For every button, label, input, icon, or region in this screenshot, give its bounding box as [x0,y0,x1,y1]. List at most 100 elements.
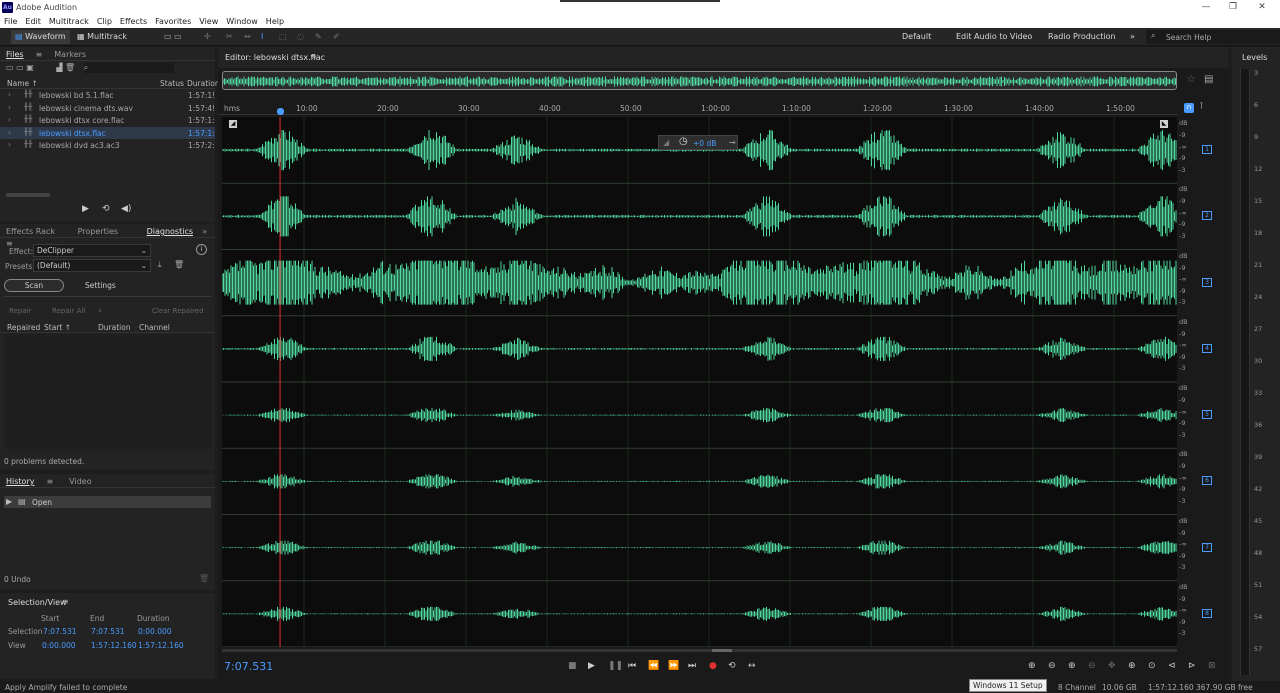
channel-number-4[interactable]: 4 [1202,343,1212,353]
channel-number-8[interactable]: 8 [1202,608,1212,618]
file-row[interactable]: › ╫╫ lebowski bd 5.1.flac 1:57:1! [0,89,215,102]
clear-repaired-button[interactable]: Clear Repaired [152,307,204,315]
presets-dropdown[interactable]: (Default) ⌄ [33,259,151,272]
column-duration[interactable]: Duration [187,79,220,88]
zoom-selection-right-icon[interactable]: ⊳ [1188,661,1196,671]
workspace-edit-audio-to-video[interactable]: Edit Audio to Video [952,30,1036,44]
search-box[interactable]: ⌕ Search Help [1146,30,1280,44]
column-start[interactable]: Start ↑ [44,323,71,332]
multitrack-button[interactable]: ▦ Multitrack [73,30,131,44]
view-duration-field[interactable]: 1:57:12.160 [138,641,184,650]
loop-playback-icon[interactable]: ⟲ [728,661,736,671]
razor-tool-icon[interactable]: ✂ [222,30,237,44]
tab-diagnostics[interactable]: Diagnostics [141,224,199,236]
channel-number-6[interactable]: 6 [1202,476,1212,486]
file-row[interactable]: › ╫╫ lebowski dvd ac3.ac3 1:57:2: [0,139,215,152]
open-folder-icon[interactable]: ▭ [6,63,16,72]
more-workspaces-icon[interactable]: » [1126,30,1139,44]
rewind-icon[interactable]: ⏪ [648,661,659,671]
move-to-next-icon[interactable]: ⏭ [688,661,696,671]
save-preset-icon[interactable]: ⤓ [158,260,162,270]
channel-number-1[interactable]: 1 [1202,145,1212,154]
column-channel[interactable]: Channel [139,323,170,332]
history-menu-icon[interactable]: ≡ [40,474,59,486]
delete-icon[interactable]: 🗑 [65,63,78,72]
channel-number-3[interactable]: 3 [1202,277,1212,287]
zoom-in-amplitude-icon[interactable]: ⊕ [1028,661,1036,671]
zoom-out-full-icon[interactable]: ✥ [1108,661,1116,671]
zoom-to-selection-icon[interactable]: ⊙ [1148,661,1156,671]
effect-dropdown[interactable]: DeClipper ⌄ [33,244,151,257]
zoom-out-time-icon[interactable]: ⊖ [1088,661,1096,671]
tab-effects-rack[interactable]: Effects Rack [0,224,61,236]
tab-video[interactable]: Video [63,474,97,486]
repair-button[interactable]: Repair [9,307,31,315]
selection-duration-field[interactable]: 0:00.000 [138,627,172,636]
zoom-to-problem-icon[interactable]: ⌕ [98,306,102,316]
slip-tool-icon[interactable]: ↔ [240,30,255,44]
channel-number-7[interactable]: 7 [1202,542,1212,552]
close-icon[interactable]: ✕ [1252,1,1272,14]
file-row[interactable]: › ╫╫ lebowski dtsx core.flac 1:57:1: [0,114,215,127]
file-row[interactable]: › ╫╫ lebowski dtsx.flac 1:57:1: [0,126,215,140]
files-search-field[interactable]: ⌕ [83,63,174,73]
spectral-display-icon[interactable]: ▭ ▭ [160,30,186,44]
menu-multitrack[interactable]: Multitrack [45,15,93,26]
brush-tool-icon[interactable]: ✎ [311,30,326,44]
expand-arrow-icon[interactable]: › [8,128,11,137]
horizontal-scrollbar[interactable] [222,649,1177,652]
marquee-tool-icon[interactable]: ⬚ [275,30,291,44]
selection-view-menu-icon[interactable]: ≡ [62,597,69,606]
play-preview-icon[interactable]: ▶ [82,204,89,214]
menu-effects[interactable]: Effects [116,15,151,26]
menu-clip[interactable]: Clip [93,15,116,26]
column-name[interactable]: Name ↑ [7,79,38,88]
file-row[interactable]: › ╫╫ lebowski cinema dts.wav 1:57:4! [0,102,215,115]
delete-preset-icon[interactable]: 🗑 [174,260,184,269]
pin-icon[interactable]: ⊺ [1199,102,1204,112]
zoom-extra-icon[interactable]: ⊠ [1208,661,1216,671]
expand-arrow-icon[interactable]: › [8,90,11,99]
selection-start-field[interactable]: 7:07.531 [43,627,77,636]
workspace-default[interactable]: Default [898,30,935,44]
column-duration[interactable]: Duration [98,323,131,332]
tab-files[interactable]: Files [0,47,30,59]
stop-icon[interactable]: ■ [568,661,577,671]
selection-end-field[interactable]: 7:07.531 [91,627,125,636]
menu-edit[interactable]: Edit [21,15,45,26]
tab-history[interactable]: History [0,474,40,486]
time-ruler[interactable]: hms 10:00 20:00 30:00 40:00 50:00 1:00:00 1:10… [218,102,1178,115]
autoplay-icon[interactable]: ◀) [121,204,131,214]
files-menu-icon[interactable]: ≡ [30,47,49,59]
editor-menu-icon[interactable]: ≡ [310,52,317,61]
tab-properties[interactable]: Properties [72,224,124,236]
expand-panels-icon[interactable]: » [196,224,213,236]
info-icon[interactable]: i [196,244,207,255]
minimize-icon[interactable]: — [1196,1,1216,14]
zoom-in-point-icon[interactable]: ⊕ [1128,661,1136,671]
search-input[interactable]: Search Help [1166,33,1211,42]
fast-forward-icon[interactable]: ⏩ [668,661,679,671]
expand-arrow-icon[interactable]: › [8,103,11,112]
scroll-thumb[interactable] [712,649,732,652]
settings-button[interactable]: Settings [85,281,116,290]
loop-preview-icon[interactable]: ⟲ [102,204,110,214]
insert-icon[interactable]: ▟ [56,63,65,72]
files-scrollbar[interactable] [6,193,50,197]
delete-history-icon[interactable]: 🗑 [199,574,209,583]
zoom-selection-left-icon[interactable]: ⊲ [1168,661,1176,671]
scan-button[interactable]: Scan [4,279,64,292]
menu-file[interactable]: File [0,15,21,26]
column-status[interactable]: Status [160,79,184,88]
spot-healing-tool-icon[interactable]: ✐ [329,30,344,44]
waveform-button[interactable]: ▤ Waveform [11,30,70,44]
expand-arrow-icon[interactable]: › [8,115,11,124]
expand-arrow-icon[interactable]: › [8,140,11,149]
maximize-icon[interactable]: ❐ [1223,1,1243,14]
overview-navigator[interactable] [222,71,1177,90]
record-icon[interactable]: ● [709,661,717,671]
history-item-open[interactable]: ▶ ▤ Open [4,496,211,508]
lasso-tool-icon[interactable]: ◌ [293,30,308,44]
snap-icon[interactable]: ∩ [1184,103,1194,113]
tab-markers[interactable]: Markers [48,47,92,59]
